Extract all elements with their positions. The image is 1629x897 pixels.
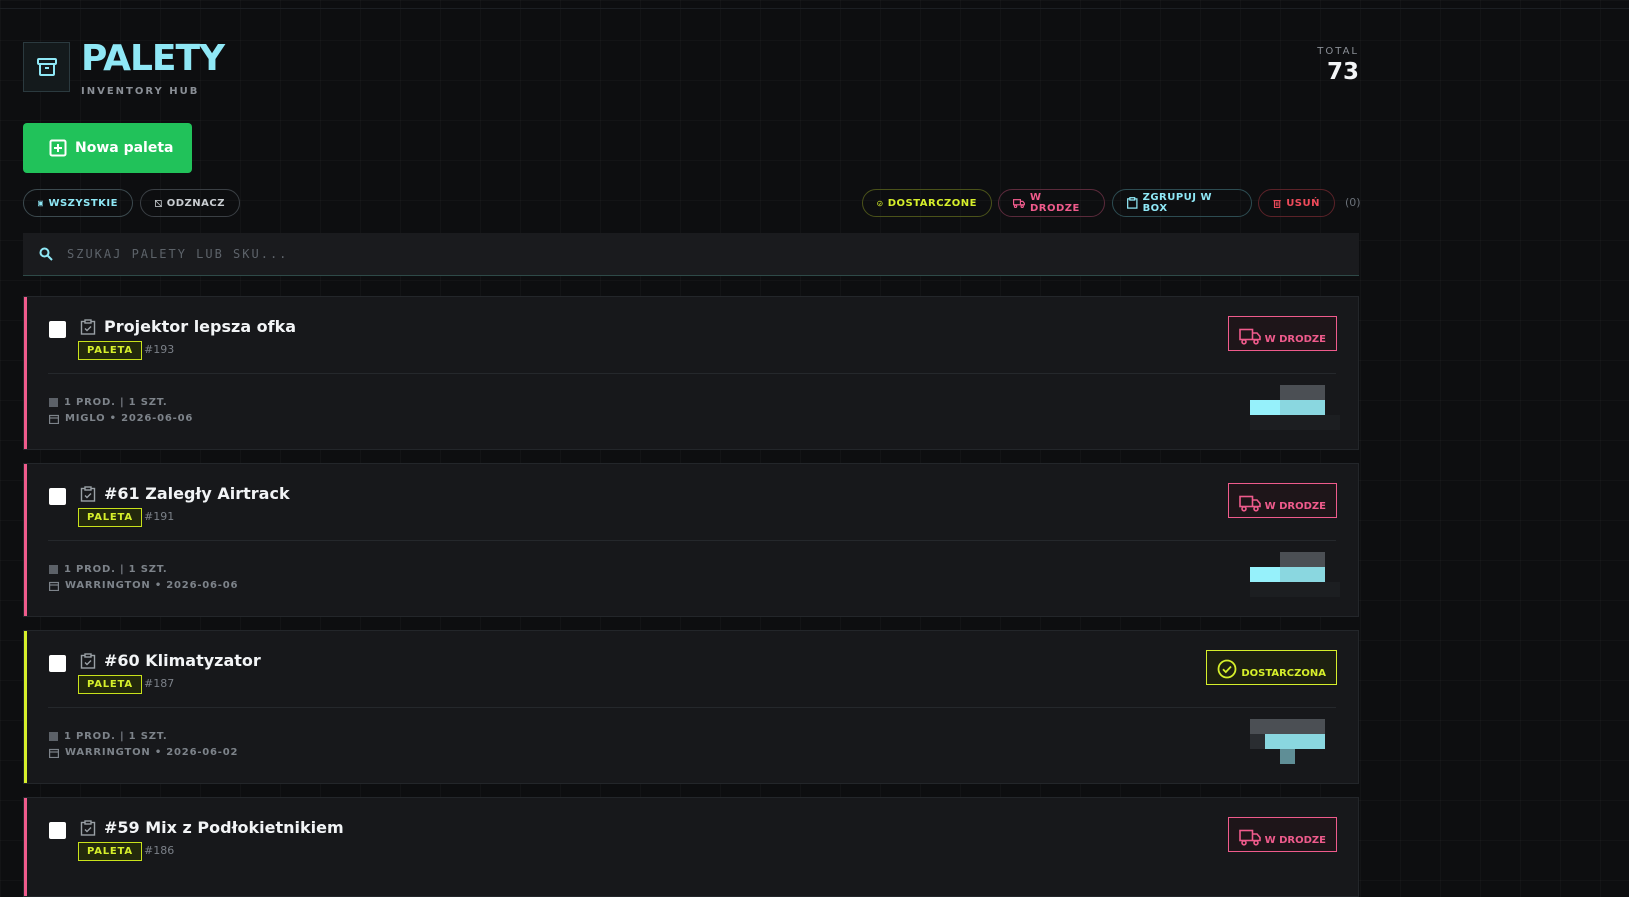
group-box-button[interactable]: ZGRUPUJ W BOX [1112, 189, 1252, 217]
search-icon [39, 247, 53, 261]
mark-in-transit-button[interactable]: W DRODZE [998, 189, 1105, 217]
location-meta: MIGLO • 2026-06-06 [49, 413, 193, 424]
pallet-number: #187 [144, 677, 175, 690]
status-text: W DRODZE [1264, 835, 1326, 846]
products-meta: 1 PROD. | 1 SZT. [49, 564, 167, 575]
new-pallet-button[interactable]: Nowa paleta [23, 123, 192, 173]
pallet-thumbnail [1250, 385, 1350, 430]
total-label: TOTAL [1317, 46, 1359, 57]
page-subtitle: INVENTORY HUB [81, 86, 200, 97]
page-header: PALETY INVENTORY HUB TOTAL 73 [23, 38, 1359, 102]
pallet-checkbox[interactable] [49, 822, 66, 839]
truck-icon [1238, 328, 1261, 345]
location-meta: WARRINGTON • 2026-06-06 [49, 580, 238, 591]
check-circle-icon [1217, 659, 1237, 679]
status-text: W DRODZE [1264, 334, 1326, 345]
products-text: 1 PROD. | 1 SZT. [64, 731, 168, 742]
clipboard-check-icon [80, 486, 96, 502]
archive-icon [23, 42, 70, 92]
clipboard-icon [1127, 197, 1138, 209]
pallet-card[interactable]: #60 Klimatyzator PALETA #187 1 PROD. | 1… [23, 630, 1359, 784]
location-meta: WARRINGTON • 2026-06-02 [49, 747, 238, 758]
search-bar [23, 233, 1359, 276]
calendar-icon [49, 748, 59, 758]
top-divider [0, 8, 1629, 9]
pallet-title[interactable]: #60 Klimatyzator [104, 651, 261, 670]
delete-label: USUŃ [1286, 197, 1320, 209]
selected-count: (0) [1345, 196, 1361, 209]
pallet-title[interactable]: #59 Mix z Podłokietnikiem [104, 818, 344, 837]
type-badge: PALETA [78, 508, 142, 527]
box-icon [49, 398, 58, 407]
search-input[interactable] [65, 246, 1269, 262]
total-counter: TOTAL 73 [1317, 46, 1359, 85]
products-meta: 1 PROD. | 1 SZT. [49, 731, 167, 742]
pallet-thumbnail [1250, 552, 1350, 597]
select-all-icon [38, 200, 44, 206]
products-text: 1 PROD. | 1 SZT. [64, 564, 168, 575]
type-badge: PALETA [78, 842, 142, 861]
group-box-label: ZGRUPUJ W BOX [1142, 192, 1213, 214]
deselect-label: ODZNACZ [166, 197, 225, 209]
status-accent-bar [24, 297, 27, 449]
pallet-thumbnail [1250, 719, 1350, 764]
truck-icon [1238, 829, 1261, 846]
location-text: WARRINGTON • 2026-06-06 [65, 580, 239, 591]
status-badge-in-transit[interactable]: W DRODZE [1227, 316, 1337, 351]
mark-delivered-button[interactable]: DOSTARCZONE [862, 189, 992, 217]
total-value: 73 [1326, 59, 1359, 85]
calendar-icon [49, 581, 59, 591]
pallet-card[interactable]: #61 Zaległy Airtrack PALETA #191 1 PROD.… [23, 463, 1359, 617]
check-circle-icon [877, 200, 883, 206]
truck-icon [1013, 198, 1025, 208]
products-meta: 1 PROD. | 1 SZT. [49, 397, 167, 408]
pallet-card[interactable]: Projektor lepsza ofka PALETA #193 1 PROD… [23, 296, 1359, 450]
delivered-label: DOSTARCZONE [887, 197, 977, 209]
pallet-title[interactable]: #61 Zaległy Airtrack [104, 484, 290, 503]
products-text: 1 PROD. | 1 SZT. [64, 397, 168, 408]
new-pallet-label: Nowa paleta [75, 140, 174, 156]
pallet-checkbox[interactable] [49, 488, 66, 505]
delete-button[interactable]: USUŃ [1258, 189, 1335, 217]
deselect-button[interactable]: ODZNACZ [140, 189, 240, 217]
trash-icon [1273, 199, 1281, 208]
clipboard-check-icon [80, 319, 96, 335]
pallet-checkbox[interactable] [49, 321, 66, 338]
box-icon [49, 732, 58, 741]
status-text: DOSTARCZONA [1241, 668, 1326, 679]
status-badge-delivered[interactable]: DOSTARCZONA [1206, 650, 1337, 685]
card-divider [48, 373, 1336, 374]
pallet-number: #193 [144, 343, 175, 356]
pallet-number: #186 [144, 844, 175, 857]
in-transit-label: W DRODZE [1029, 192, 1080, 214]
status-accent-bar [24, 798, 27, 896]
pallet-number: #191 [144, 510, 175, 523]
status-badge-in-transit[interactable]: W DRODZE [1227, 817, 1337, 852]
card-divider [48, 540, 1336, 541]
box-icon [49, 565, 58, 574]
pallet-title[interactable]: Projektor lepsza ofka [104, 317, 296, 336]
location-text: MIGLO • 2026-06-06 [65, 413, 194, 424]
clipboard-check-icon [80, 653, 96, 669]
type-badge: PALETA [78, 341, 142, 360]
select-all-button[interactable]: WSZYSTKIE [23, 189, 133, 217]
status-accent-bar [24, 631, 27, 783]
type-badge: PALETA [78, 675, 142, 694]
pallet-checkbox[interactable] [49, 655, 66, 672]
select-all-label: WSZYSTKIE [48, 197, 118, 209]
page-title: PALETY [81, 38, 225, 79]
card-divider [48, 707, 1336, 708]
calendar-icon [49, 414, 59, 424]
truck-icon [1238, 495, 1261, 512]
pallet-card[interactable]: #59 Mix z Podłokietnikiem PALETA #186 W … [23, 797, 1359, 897]
location-text: WARRINGTON • 2026-06-02 [65, 747, 239, 758]
clipboard-check-icon [80, 820, 96, 836]
plus-square-icon [49, 139, 67, 157]
status-badge-in-transit[interactable]: W DRODZE [1227, 483, 1337, 518]
status-accent-bar [24, 464, 27, 616]
deselect-icon [155, 199, 162, 207]
status-text: W DRODZE [1264, 501, 1326, 512]
